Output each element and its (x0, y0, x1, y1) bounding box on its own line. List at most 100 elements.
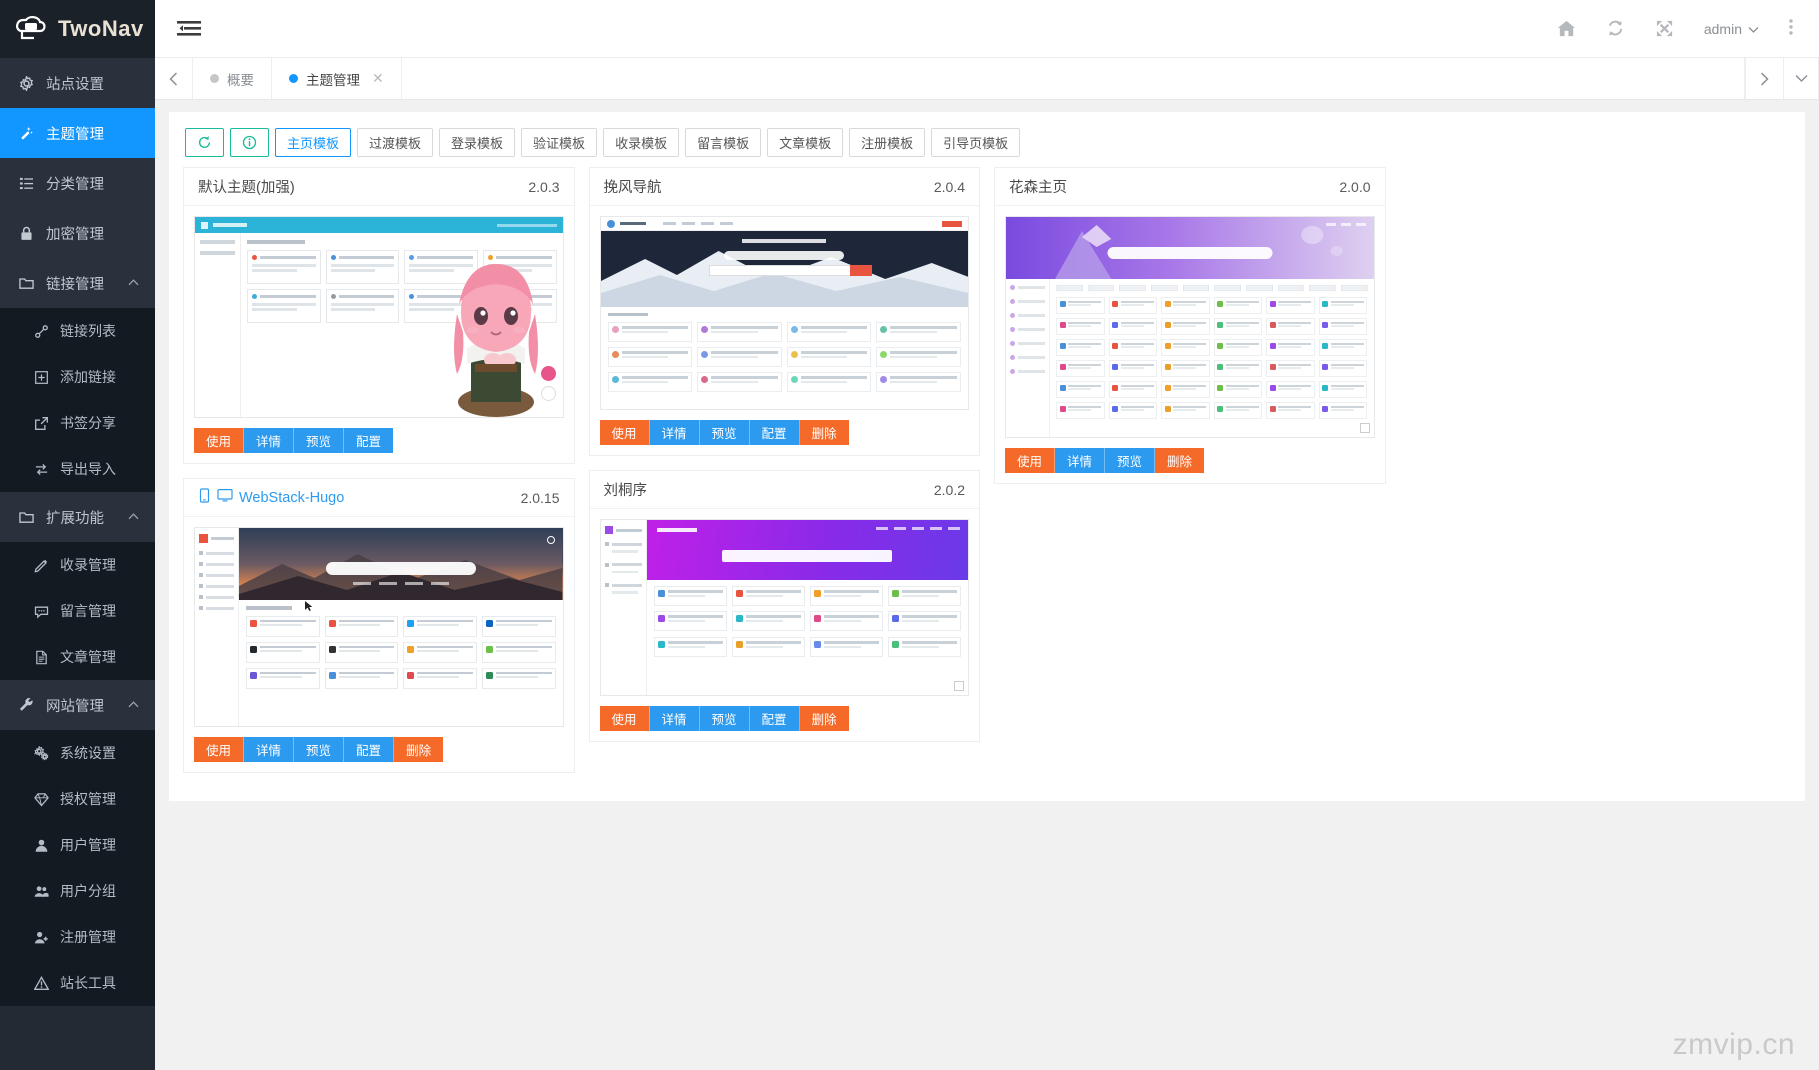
theme-action-label: 删除 (1167, 455, 1193, 469)
theme-action-btn3[interactable]: 配置 (344, 737, 395, 762)
sidebar-subitem-6-1[interactable]: 授权管理 (0, 776, 155, 822)
theme-action-use[interactable]: 使用 (194, 737, 245, 762)
filter-button-7[interactable]: 注册模板 (849, 128, 926, 157)
chevron-up-icon[interactable] (128, 699, 139, 711)
chevron-up-icon[interactable] (128, 511, 139, 523)
filter-button-0[interactable]: 主页模板 (275, 128, 352, 157)
sidebar-subitem-4-3[interactable]: 导出导入 (0, 446, 155, 492)
sidebar-subitem-6-0[interactable]: 系统设置 (0, 730, 155, 776)
theme-card-header: WebStack-Hugo 2.0.15 (184, 479, 574, 517)
theme-preview-wrap (995, 206, 1385, 438)
theme-name-wrap: 花森主页 (1009, 176, 1067, 197)
sidebar-subitem-6-3[interactable]: 用户分组 (0, 868, 155, 914)
sidebar-item-label: 网站管理 (46, 698, 104, 715)
theme-action-label: 预览 (306, 435, 332, 449)
filter-button-3[interactable]: 验证模板 (521, 128, 598, 157)
theme-action-btn1[interactable]: 详情 (649, 706, 700, 731)
theme-action-use[interactable]: 使用 (599, 706, 650, 731)
refresh-icon[interactable] (1606, 19, 1625, 38)
filter-button-1[interactable]: 过渡模板 (357, 128, 434, 157)
chevron-up-icon[interactable] (128, 277, 139, 289)
folder-icon (17, 276, 35, 291)
theme-name: 挽风导航 (603, 180, 662, 196)
theme-version: 2.0.3 (528, 178, 560, 195)
sidebar-subitem-6-4[interactable]: 注册管理 (0, 914, 155, 960)
tabs-scroll-right-button[interactable] (1745, 58, 1783, 99)
sidebar-subitem-6-5[interactable]: 站长工具 (0, 960, 155, 1006)
theme-actions: 使用 详情 预览 删除 (995, 438, 1385, 483)
theme-action-btn3[interactable]: 配置 (749, 706, 800, 731)
theme-name-wrap[interactable]: WebStack-Hugo (198, 488, 344, 507)
sidebar-subitem-label: 用户管理 (60, 837, 116, 853)
user-menu[interactable]: admin (1704, 21, 1759, 37)
filter-button-4[interactable]: 收录模板 (603, 128, 680, 157)
sidebar-subitem-4-0[interactable]: 链接列表 (0, 308, 155, 354)
theme-action-btn3[interactable]: 配置 (344, 428, 394, 453)
fullscreen-icon[interactable] (1655, 19, 1674, 38)
theme-action-use[interactable]: 使用 (194, 428, 245, 453)
user-plus-icon (33, 930, 50, 945)
sidebar-subitem-4-2[interactable]: 书签分享 (0, 400, 155, 446)
hamburger-icon[interactable] (177, 18, 203, 40)
theme-action-btn1[interactable]: 详情 (244, 428, 295, 453)
theme-action-btn1[interactable]: 详情 (1055, 448, 1106, 473)
filter-label: 引导页模板 (943, 136, 1009, 151)
wanfeng-nav-preview[interactable] (599, 216, 969, 410)
info-button[interactable] (230, 128, 269, 157)
theme-action-delete[interactable]: 删除 (799, 420, 849, 445)
tab-0[interactable]: 概要 (193, 58, 272, 99)
filter-button-2[interactable]: 登录模板 (439, 128, 516, 157)
theme-action-delete[interactable]: 删除 (799, 706, 849, 731)
tabs-scroll-left-button[interactable] (155, 58, 193, 99)
theme-action-delete[interactable]: 删除 (1155, 448, 1205, 473)
sidebar-subitem-5-2[interactable]: 文章管理 (0, 634, 155, 680)
close-icon[interactable]: ✕ (372, 70, 384, 87)
theme-actions: 使用 详情 预览 配置 删除 (590, 410, 980, 455)
theme-action-use[interactable]: 使用 (599, 420, 650, 445)
theme-action-btn3[interactable]: 配置 (749, 420, 800, 445)
theme-name: WebStack-Hugo (239, 489, 345, 506)
sidebar-subitem-4-1[interactable]: 添加链接 (0, 354, 155, 400)
sidebar-item-6[interactable]: 网站管理 (0, 680, 155, 730)
theme-actions: 使用 详情 预览 配置 删除 (590, 696, 980, 741)
filter-button-6[interactable]: 文章模板 (767, 128, 844, 157)
sidebar-item-1[interactable]: 主题管理 (0, 108, 155, 158)
sidebar-subitem-5-1[interactable]: 留言管理 (0, 588, 155, 634)
default-theme-preview[interactable] (194, 216, 564, 418)
vertical-dots-icon[interactable] (1789, 18, 1793, 39)
sidebar-subgroup: 系统设置 授权管理用户管理用户分组 注册管理 站长工具 (0, 730, 155, 1006)
theme-action-btn2[interactable]: 预览 (699, 420, 750, 445)
tab-label: 概要 (227, 72, 254, 88)
filter-button-5[interactable]: 留言模板 (685, 128, 762, 157)
sidebar-item-4[interactable]: 链接管理 (0, 258, 155, 308)
huasen-home-preview[interactable] (1005, 216, 1375, 438)
theme-action-btn2[interactable]: 预览 (699, 706, 750, 731)
theme-action-btn2[interactable]: 预览 (294, 737, 345, 762)
sidebar-subitem-5-0[interactable]: 收录管理 (0, 542, 155, 588)
theme-action-btn2[interactable]: 预览 (1105, 448, 1156, 473)
liutongxu-preview[interactable] (599, 519, 969, 696)
tabs-dropdown-button[interactable] (1783, 58, 1819, 99)
home-icon[interactable] (1557, 19, 1576, 38)
theme-card-header: 默认主题(加强) 2.0.3 (184, 168, 574, 206)
sidebar-item-2[interactable]: 分类管理 (0, 158, 155, 208)
theme-action-delete[interactable]: 删除 (394, 737, 444, 762)
theme-action-btn2[interactable]: 预览 (294, 428, 345, 453)
tab-1[interactable]: 主题管理 ✕ (272, 58, 402, 99)
sidebar-item-3[interactable]: 加密管理 (0, 208, 155, 258)
theme-action-btn1[interactable]: 详情 (244, 737, 295, 762)
topbar: admin (155, 0, 1819, 58)
webstack-hugo-preview[interactable] (194, 527, 564, 727)
refresh-button[interactable] (185, 128, 224, 157)
topbar-actions: admin (1557, 18, 1801, 39)
sidebar-subgroup: 链接列表 添加链接 书签分享 导出导入 (0, 308, 155, 492)
theme-action-use[interactable]: 使用 (1005, 448, 1056, 473)
theme-action-btn1[interactable]: 详情 (649, 420, 700, 445)
sidebar-item-5[interactable]: 扩展功能 (0, 492, 155, 542)
brand[interactable]: TwoNav (0, 0, 155, 58)
sidebar-subitem-6-2[interactable]: 用户管理 (0, 822, 155, 868)
theme-actions: 使用 详情 预览 配置 (184, 418, 574, 463)
sidebar-item-0[interactable]: 站点设置 (0, 58, 155, 108)
plus-square-icon (33, 370, 50, 385)
filter-button-8[interactable]: 引导页模板 (931, 128, 1021, 157)
